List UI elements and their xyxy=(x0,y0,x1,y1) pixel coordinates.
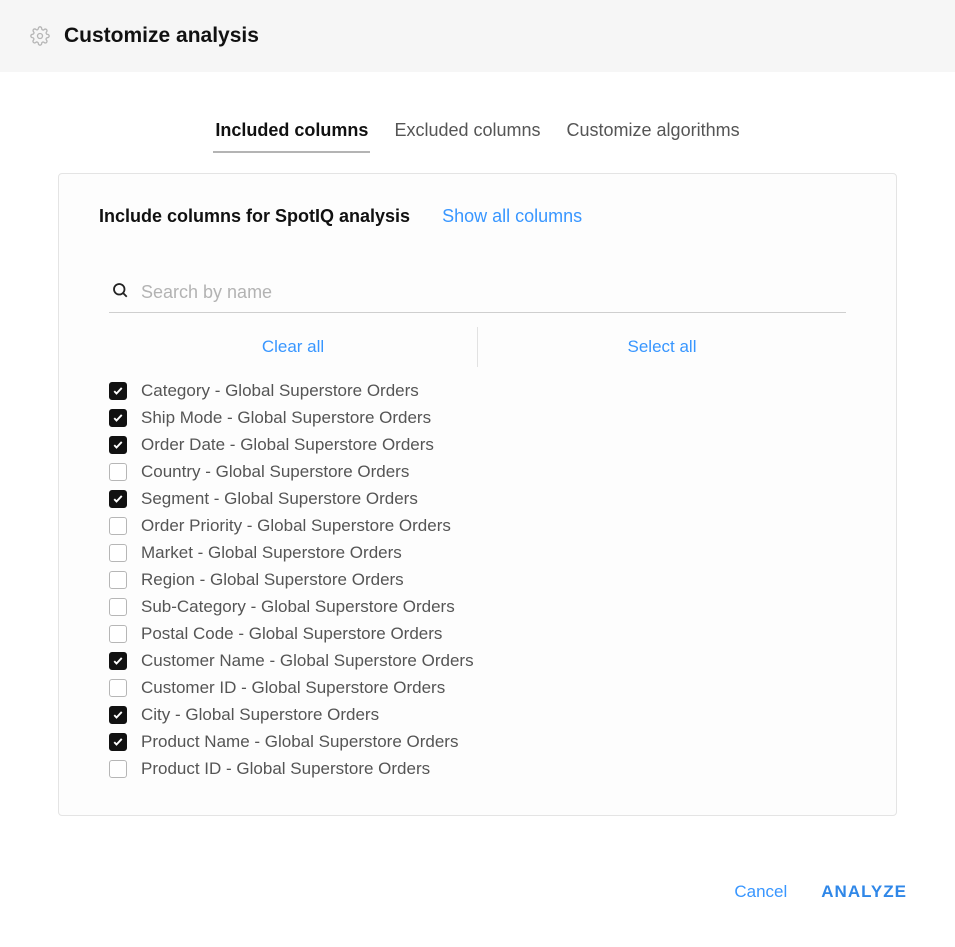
checkbox[interactable] xyxy=(109,625,127,643)
checkbox[interactable] xyxy=(109,436,127,454)
search-input[interactable] xyxy=(141,282,844,303)
checkbox[interactable] xyxy=(109,544,127,562)
panel-title: Include columns for SpotIQ analysis xyxy=(99,206,410,227)
panel-header: Include columns for SpotIQ analysis Show… xyxy=(99,206,856,227)
column-item[interactable]: Category - Global Superstore Orders xyxy=(109,381,846,401)
checkbox[interactable] xyxy=(109,517,127,535)
column-item[interactable]: City - Global Superstore Orders xyxy=(109,705,846,725)
column-label: Sub-Category - Global Superstore Orders xyxy=(141,597,455,617)
column-label: Postal Code - Global Superstore Orders xyxy=(141,624,442,644)
column-item[interactable]: Order Priority - Global Superstore Order… xyxy=(109,516,846,536)
checkbox[interactable] xyxy=(109,490,127,508)
checkbox[interactable] xyxy=(109,382,127,400)
gear-icon xyxy=(30,26,50,46)
column-label: Market - Global Superstore Orders xyxy=(141,543,402,563)
checkbox[interactable] xyxy=(109,463,127,481)
column-item[interactable]: Market - Global Superstore Orders xyxy=(109,543,846,563)
column-item[interactable]: Country - Global Superstore Orders xyxy=(109,462,846,482)
column-label: Customer Name - Global Superstore Orders xyxy=(141,651,474,671)
column-label: Product Name - Global Superstore Orders xyxy=(141,732,458,752)
dialog-footer: Cancel ANALYZE xyxy=(0,882,955,902)
search-bar xyxy=(109,275,846,313)
tab-customize-algorithms[interactable]: Customize algorithms xyxy=(565,114,742,153)
bulk-actions: Clear all Select all xyxy=(109,327,846,367)
column-label: Region - Global Superstore Orders xyxy=(141,570,404,590)
column-item[interactable]: Ship Mode - Global Superstore Orders xyxy=(109,408,846,428)
column-item[interactable]: Product ID - Global Superstore Orders xyxy=(109,759,846,779)
cancel-button[interactable]: Cancel xyxy=(734,882,787,902)
column-item[interactable]: Customer ID - Global Superstore Orders xyxy=(109,678,846,698)
column-item[interactable]: Region - Global Superstore Orders xyxy=(109,570,846,590)
checkbox[interactable] xyxy=(109,760,127,778)
checkbox[interactable] xyxy=(109,409,127,427)
tab-included-columns[interactable]: Included columns xyxy=(213,114,370,153)
tabs: Included columns Excluded columns Customiz… xyxy=(0,114,955,153)
column-item[interactable]: Order Date - Global Superstore Orders xyxy=(109,435,846,455)
column-item[interactable]: Customer Name - Global Superstore Orders xyxy=(109,651,846,671)
column-label: Category - Global Superstore Orders xyxy=(141,381,419,401)
column-label: Country - Global Superstore Orders xyxy=(141,462,409,482)
column-label: Segment - Global Superstore Orders xyxy=(141,489,418,509)
checkbox[interactable] xyxy=(109,571,127,589)
column-label: City - Global Superstore Orders xyxy=(141,705,379,725)
select-all-link[interactable]: Select all xyxy=(628,337,697,356)
tab-excluded-columns[interactable]: Excluded columns xyxy=(392,114,542,153)
checkbox[interactable] xyxy=(109,733,127,751)
column-item[interactable]: Postal Code - Global Superstore Orders xyxy=(109,624,846,644)
column-label: Order Date - Global Superstore Orders xyxy=(141,435,434,455)
checkbox[interactable] xyxy=(109,652,127,670)
search-icon xyxy=(111,281,129,304)
column-label: Order Priority - Global Superstore Order… xyxy=(141,516,451,536)
column-label: Product ID - Global Superstore Orders xyxy=(141,759,430,779)
checkbox[interactable] xyxy=(109,679,127,697)
column-label: Ship Mode - Global Superstore Orders xyxy=(141,408,431,428)
column-list: Category - Global Superstore Orders Ship … xyxy=(109,381,846,779)
page-title: Customize analysis xyxy=(64,24,259,48)
column-item[interactable]: Sub-Category - Global Superstore Orders xyxy=(109,597,846,617)
analyze-button[interactable]: ANALYZE xyxy=(821,882,907,902)
page-header: Customize analysis xyxy=(0,0,955,72)
column-label: Customer ID - Global Superstore Orders xyxy=(141,678,445,698)
checkbox[interactable] xyxy=(109,598,127,616)
clear-all-link[interactable]: Clear all xyxy=(262,337,324,356)
columns-panel: Include columns for SpotIQ analysis Show… xyxy=(58,173,897,816)
checkbox[interactable] xyxy=(109,706,127,724)
column-item[interactable]: Product Name - Global Superstore Orders xyxy=(109,732,846,752)
show-all-columns-link[interactable]: Show all columns xyxy=(442,206,582,227)
column-item[interactable]: Segment - Global Superstore Orders xyxy=(109,489,846,509)
